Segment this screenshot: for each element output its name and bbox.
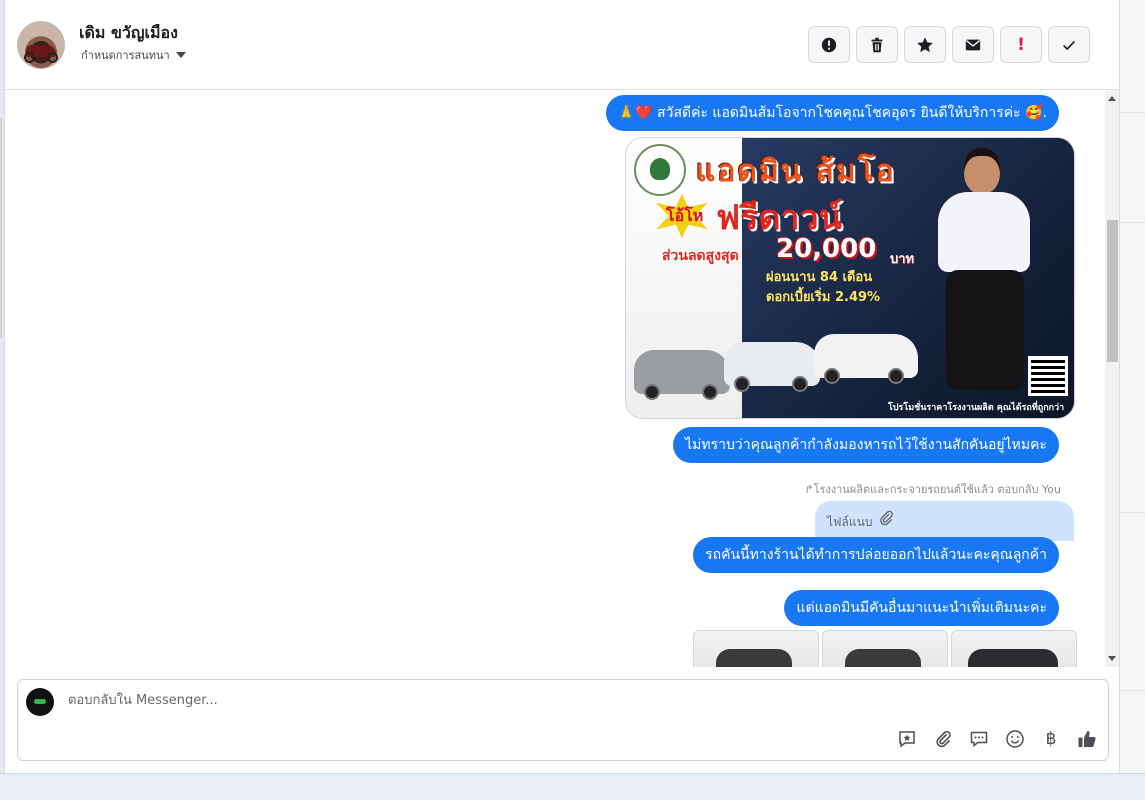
paperclip-icon bbox=[880, 510, 893, 526]
composer-tools: ฿ bbox=[896, 728, 1098, 750]
promo-installment: ผ่อนนาน 84 เดือน bbox=[766, 270, 873, 285]
follow-up-button[interactable]: ! bbox=[1000, 26, 1042, 63]
assign-conversation-dropdown[interactable]: กำหนดการสนทนา bbox=[81, 46, 186, 64]
payment-button[interactable]: ฿ bbox=[1040, 728, 1062, 750]
message-bubble[interactable]: แต่แอดมินมีคันอื่นมาแนะนำเพิ่มเติมนะคะ bbox=[784, 590, 1059, 626]
scroll-up-arrow[interactable] bbox=[1108, 96, 1116, 101]
contact-avatar[interactable] bbox=[17, 21, 65, 69]
trash-icon bbox=[871, 37, 883, 52]
emoji-icon bbox=[1006, 730, 1024, 748]
promo-title: แอดมิน ส้มโอ bbox=[696, 154, 896, 189]
emoji-button[interactable] bbox=[1004, 728, 1026, 750]
baht-icon: ฿ bbox=[1045, 729, 1057, 749]
promo-badge: โอ้โห bbox=[666, 206, 704, 225]
saved-reply-icon bbox=[899, 731, 915, 748]
quick-reply-button[interactable] bbox=[968, 728, 990, 750]
contact-name[interactable]: เดิม ขวัญเมือง bbox=[79, 21, 178, 46]
reply-context: ↱โรงงานผลิตและกระจายรถยนต์ใช้แล้ว ตอบกลั… bbox=[804, 483, 1061, 496]
like-button[interactable] bbox=[1076, 728, 1098, 750]
promo-footer: โปรโมชั่นราคาโรงงานผลิต คุณได้รถที่ถูกกว… bbox=[888, 403, 1065, 413]
message-scrollbar[interactable] bbox=[1105, 90, 1119, 667]
star-icon bbox=[917, 36, 933, 52]
reply-composer: ฿ bbox=[17, 679, 1109, 761]
promo-discount-unit: บาท bbox=[890, 252, 915, 267]
message-list[interactable]: 🙏❤️ สวัสดีค่ะ แอดมินส้มโอจากโชคคุณโชคอุด… bbox=[5, 90, 1105, 667]
paperclip-icon bbox=[936, 730, 951, 748]
mark-done-button[interactable] bbox=[1048, 26, 1090, 63]
message-bubble[interactable]: 🙏❤️ สวัสดีค่ะ แอดมินส้มโอจากโชคคุณโชคอุด… bbox=[605, 95, 1059, 131]
left-edge-mark bbox=[0, 118, 2, 338]
caret-down-icon bbox=[175, 52, 186, 58]
page-avatar bbox=[26, 688, 54, 716]
reply-input[interactable] bbox=[66, 692, 870, 709]
right-side-strip bbox=[1119, 0, 1145, 773]
promo-image[interactable]: แอดมิน ส้มโอ โอ้โห ฟรีดาวน์ ส่วนลดสูงสุด… bbox=[625, 137, 1075, 419]
car-thumbnail[interactable] bbox=[693, 630, 819, 667]
attach-file-button[interactable] bbox=[932, 728, 954, 750]
message-bubble[interactable]: ไม่ทราบว่าคุณลูกค้ากำลังมองหารถไว้ใช้งาน… bbox=[673, 427, 1059, 463]
delete-button[interactable] bbox=[856, 26, 898, 63]
mark-unread-button[interactable] bbox=[952, 26, 994, 63]
car-image bbox=[634, 350, 730, 400]
mark-spam-button[interactable] bbox=[808, 26, 850, 63]
qr-code bbox=[1028, 356, 1068, 396]
conversation-panel: เดิม ขวัญเมือง กำหนดการสนทนา ! 🙏❤️ สวัสด… bbox=[4, 0, 1120, 773]
check-icon bbox=[1063, 40, 1075, 50]
promo-discount-label: ส่วนลดสูงสุด bbox=[662, 248, 739, 264]
conversation-header: เดิม ขวัญเมือง กำหนดการสนทนา ! bbox=[5, 0, 1119, 90]
model-photo bbox=[926, 148, 1044, 416]
message-bubble[interactable]: รถคันนี้ทางร้านได้ทำการปล่อยออกไปแล้วนะค… bbox=[693, 537, 1059, 573]
car-image bbox=[814, 334, 918, 384]
car-thumbnail[interactable] bbox=[822, 630, 948, 667]
chat-bubble-icon bbox=[970, 731, 988, 747]
car-thumbnail[interactable] bbox=[951, 630, 1077, 667]
thumbs-up-icon bbox=[1078, 731, 1096, 747]
header-actions: ! bbox=[808, 26, 1090, 63]
saved-reply-button[interactable] bbox=[896, 728, 918, 750]
exclamation-icon: ! bbox=[1017, 34, 1025, 55]
star-button[interactable] bbox=[904, 26, 946, 63]
car-image bbox=[724, 342, 820, 392]
assign-conversation-label: กำหนดการสนทนา bbox=[81, 49, 170, 62]
bottom-strip bbox=[0, 773, 1145, 800]
promo-discount-amount: 20,000 bbox=[776, 234, 877, 264]
attachment-preview[interactable]: ไฟล์แนบ bbox=[815, 501, 1074, 541]
scrollbar-thumb[interactable] bbox=[1107, 220, 1118, 362]
scroll-down-arrow[interactable] bbox=[1108, 656, 1116, 661]
envelope-icon bbox=[965, 39, 981, 50]
attachment-label: ไฟล์แนบ bbox=[827, 515, 873, 529]
dealer-logo bbox=[634, 144, 686, 196]
car-thumbnails bbox=[693, 630, 1077, 667]
promo-interest: ดอกเบี้ยเริ่ม 2.49% bbox=[766, 290, 881, 305]
alert-icon bbox=[821, 37, 837, 52]
